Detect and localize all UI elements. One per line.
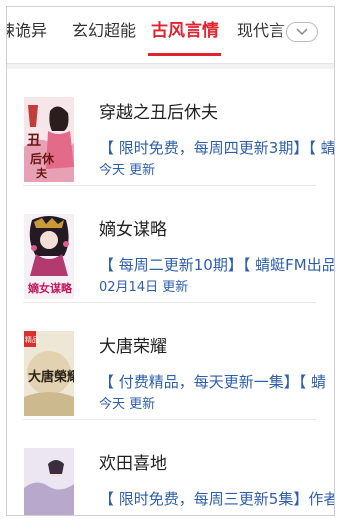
book-cover[interactable]: 精品 大唐榮耀 [24, 331, 74, 416]
book-description: 【 限时免费，每周三更新5集】作者 [99, 490, 335, 508]
svg-text:嫡女谋略: 嫡女谋略 [28, 281, 73, 295]
book-cover[interactable]: 欢田喜地 [24, 448, 74, 515]
book-cover[interactable]: 嫡女谋略 [24, 214, 74, 299]
book-description: 【 付费精品，每天更新一集】【 蜻 [99, 373, 327, 391]
book-title[interactable]: 欢田喜地 [99, 453, 167, 475]
tab-ancient-romance[interactable]: 古风言情 [151, 20, 219, 42]
list-item[interactable]: 精品 大唐榮耀 大唐荣耀 【 付费精品，每天更新一集】【 蜻 今天 更新 [7, 303, 334, 420]
more-categories-button[interactable] [286, 22, 318, 42]
svg-text:丑: 丑 [27, 133, 41, 149]
svg-text:后休: 后休 [30, 151, 55, 166]
app-frame: 悚诡异 玄幻超能 古风言情 现代言 丑 后 [6, 6, 335, 516]
svg-text:夫: 夫 [36, 166, 48, 180]
update-status: 02月14日 更新 [99, 280, 189, 295]
category-tab-bar: 悚诡异 玄幻超能 古风言情 现代言 [7, 7, 334, 59]
list-item[interactable]: 丑 后休 夫 穿越之丑后休夫 【 限时免费，每周四更新3期】【 蜻 今天 更新 [7, 69, 334, 186]
update-status: 今天 更新 [99, 163, 156, 178]
book-title[interactable]: 大唐荣耀 [99, 336, 167, 358]
tab-fantasy[interactable]: 玄幻超能 [72, 20, 136, 42]
tab-horror[interactable]: 悚诡异 [7, 20, 47, 42]
active-tab-indicator [148, 53, 221, 56]
book-cover[interactable]: 丑 后休 夫 [24, 97, 74, 182]
svg-text:大唐榮耀: 大唐榮耀 [28, 369, 74, 385]
book-title[interactable]: 穿越之丑后休夫 [99, 102, 218, 124]
svg-text:精品: 精品 [25, 335, 39, 344]
list-item[interactable]: 嫡女谋略 嫡女谋略 【 每周二更新10期】【 蜻蜓FM出品 02月14日 更新 [7, 186, 334, 303]
book-description: 【 限时免费，每周四更新3期】【 蜻 [99, 139, 335, 157]
list-item[interactable]: 欢田喜地 欢田喜地 【 限时免费，每周三更新5集】作者 [7, 420, 335, 515]
chevron-down-icon [296, 28, 308, 36]
book-description: 【 每周二更新10期】【 蜻蜓FM出品 [99, 256, 335, 274]
update-status: 今天 更新 [99, 397, 156, 412]
book-title[interactable]: 嫡女谋略 [99, 219, 167, 241]
